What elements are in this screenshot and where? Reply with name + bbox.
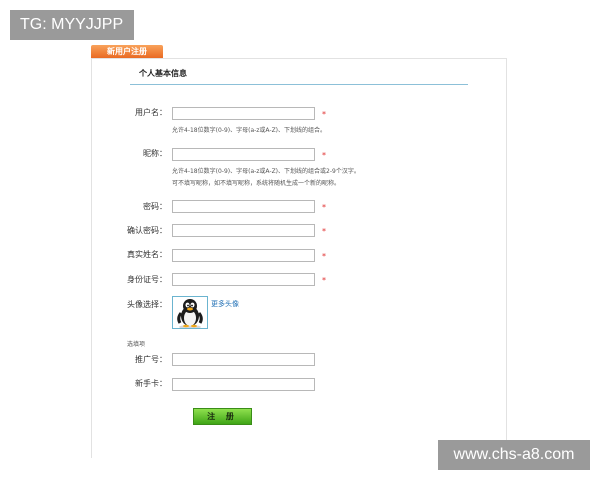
more-avatars-link[interactable]: 更多头像 [211,300,239,309]
referral-input[interactable] [172,353,315,366]
real-name-required-mark: * [322,252,326,261]
id-number-label: 身份证号： [127,275,167,284]
confirm-password-label: 确认密码： [127,226,167,235]
watermark-top-left: TG: MYYJJPP [10,10,134,40]
username-hint: 允许4-18位数字(0-9)、字母(a-z或A-Z)、下划线的组合。 [172,127,327,134]
tab-new-user-registration[interactable]: 新用户注册 [91,45,163,59]
password-input[interactable] [172,200,315,213]
username-required-mark: * [322,110,326,119]
id-number-required-mark: * [322,276,326,285]
optional-section-title: 选填项 [127,341,146,348]
referral-label: 推广号： [135,355,167,364]
section-title: 个人基本信息 [139,69,187,78]
nickname-required-mark: * [322,151,326,160]
real-name-label: 真实姓名： [127,250,167,259]
confirm-password-input[interactable] [172,224,315,237]
password-required-mark: * [322,203,326,212]
real-name-input[interactable] [172,249,315,262]
nickname-hint-line-2: 可不填写昵称，如不填写昵称，系统将随机生成一个新的昵称。 [172,180,341,187]
avatar-label: 头像选择： [127,300,167,309]
username-label: 用户名： [135,108,167,117]
nickname-hint-line-1: 允许4-18位数字(0-9)、字母(a-z或A-Z)、下划线的组合或2-9个汉字… [172,168,360,175]
section-divider [130,84,468,85]
password-label: 密码： [143,202,167,211]
newbie-card-input[interactable] [172,378,315,391]
id-number-input[interactable] [172,273,315,286]
watermark-bottom-right: www.chs-a8.com [438,440,590,470]
penguin-avatar-icon[interactable] [172,296,208,329]
username-input[interactable] [172,107,315,120]
nickname-input[interactable] [172,148,315,161]
newbie-card-label: 新手卡： [135,379,167,388]
confirm-password-required-mark: * [322,227,326,236]
nickname-label: 昵称： [143,149,167,158]
register-button[interactable]: 注 册 [193,408,252,425]
